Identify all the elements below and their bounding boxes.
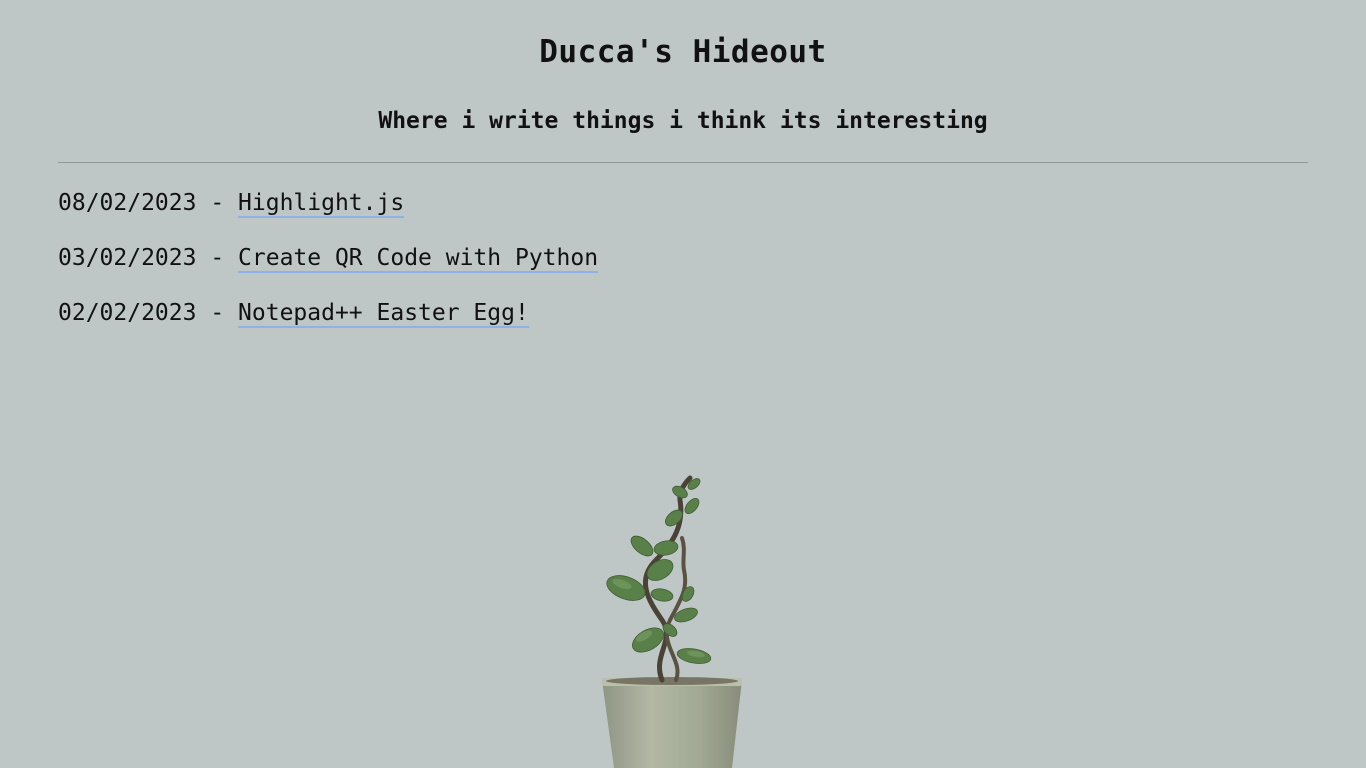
post-separator: -: [196, 300, 239, 326]
post-link-notepad-easter-egg[interactable]: Notepad++ Easter Egg!: [238, 300, 529, 328]
post-link-highlightjs[interactable]: Highlight.js: [238, 190, 405, 218]
post-separator: -: [196, 245, 239, 271]
post-separator: -: [196, 190, 239, 216]
post-item: 08/02/2023 - Highlight.js: [58, 186, 598, 241]
post-date: 02/02/2023: [58, 300, 197, 326]
site-title: Ducca's Hideout: [539, 34, 827, 70]
post-date: 08/02/2023: [58, 190, 197, 216]
potted-plant-icon: [596, 470, 756, 768]
post-list: 08/02/2023 - Highlight.js 03/02/2023 - C…: [58, 186, 599, 351]
header-divider: [58, 162, 1308, 163]
post-item: 02/02/2023 - Notepad++ Easter Egg!: [58, 296, 598, 351]
site-subtitle: Where i write things i think its interes…: [378, 108, 988, 134]
post-date: 03/02/2023: [58, 245, 197, 271]
post-link-qr-code-python[interactable]: Create QR Code with Python: [238, 245, 599, 273]
page: Ducca's Hideout Where i write things i t…: [0, 0, 1366, 768]
post-item: 03/02/2023 - Create QR Code with Python: [58, 241, 599, 296]
